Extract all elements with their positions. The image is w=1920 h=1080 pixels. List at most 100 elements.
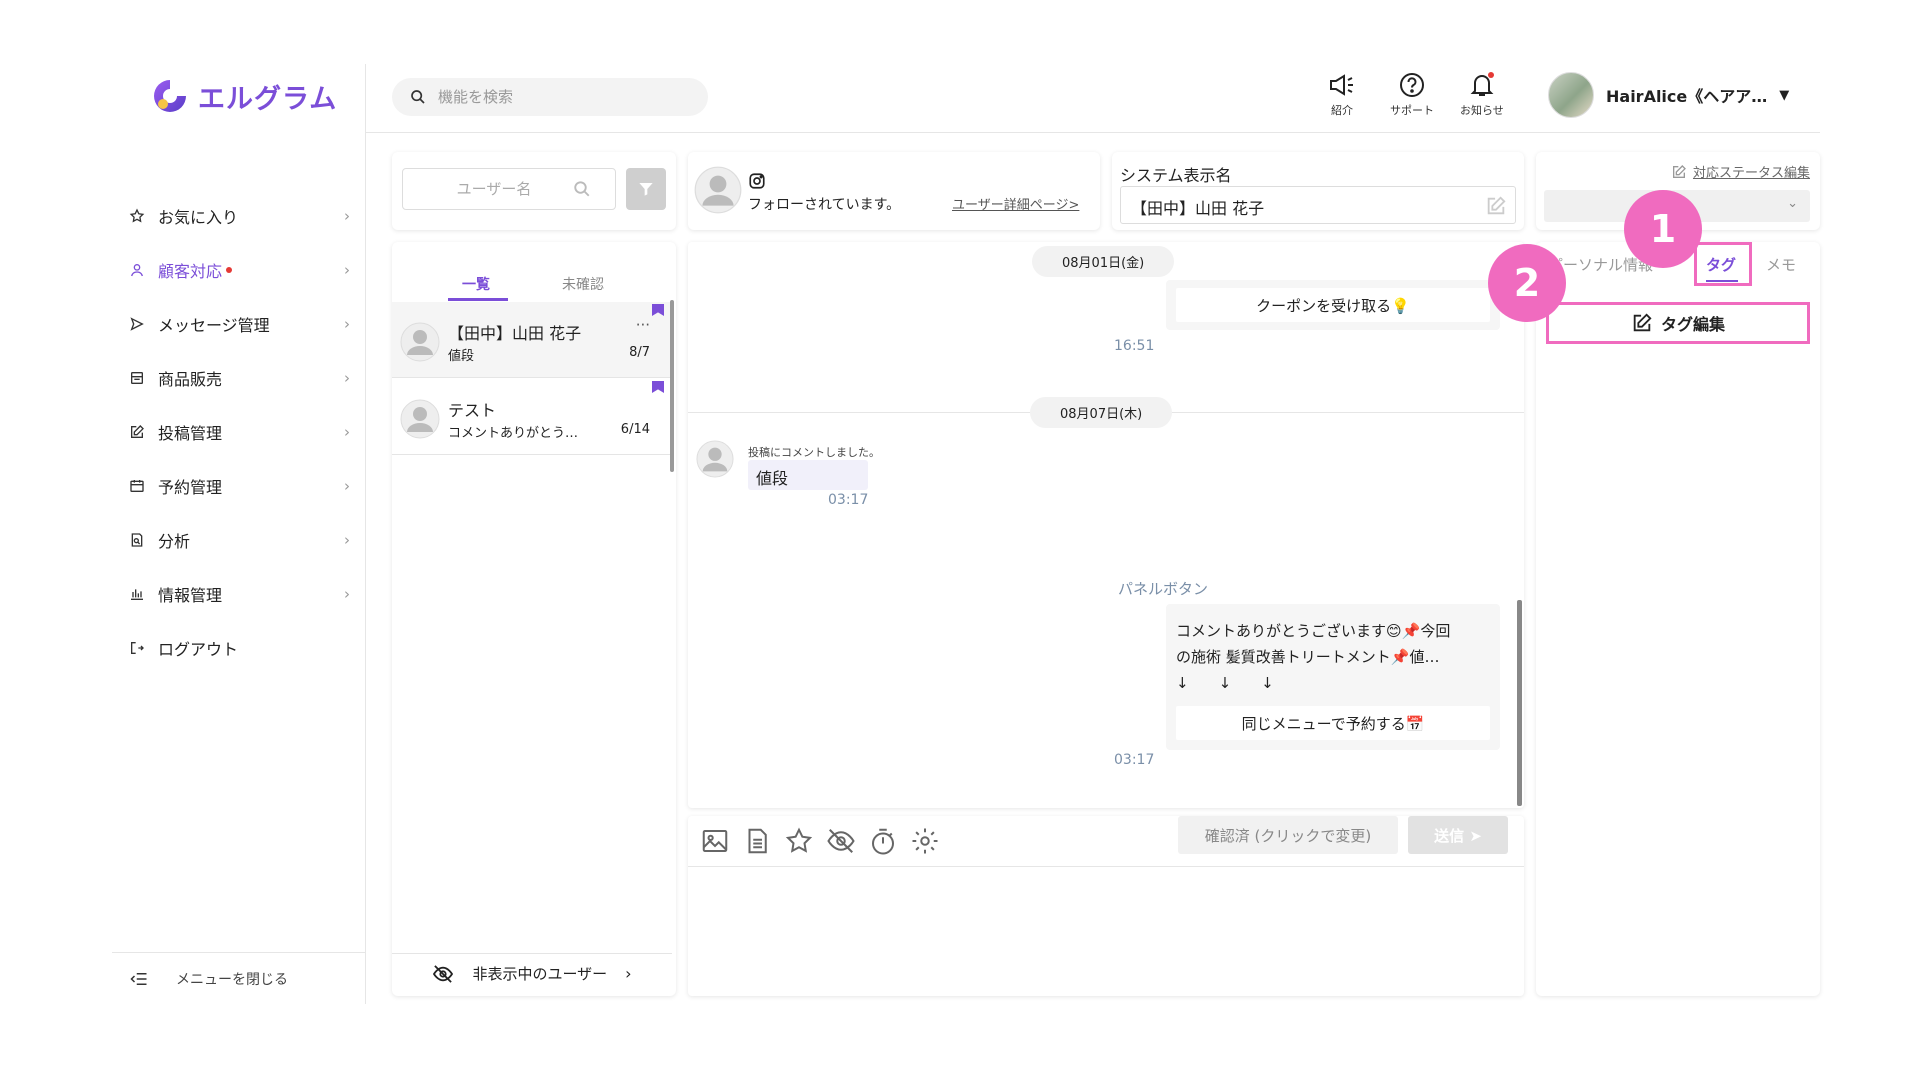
- logo-icon: [154, 80, 186, 112]
- avatar-icon: [696, 440, 734, 478]
- system-name-value: 【田中】山田 花子: [1131, 199, 1265, 218]
- conversation-name: 【田中】山田 花子: [448, 324, 582, 343]
- system-name-field[interactable]: 【田中】山田 花子: [1120, 186, 1516, 224]
- sidebar-item-reservations[interactable]: 予約管理 ›: [128, 470, 350, 502]
- sidebar-item-logout[interactable]: ログアウト: [128, 632, 350, 664]
- feature-search-input[interactable]: [438, 88, 678, 106]
- logo[interactable]: エルグラム: [150, 76, 337, 116]
- coupon-button[interactable]: クーポンを受け取る💡: [1176, 288, 1490, 322]
- chat-scrollbar[interactable]: [1517, 600, 1522, 806]
- instagram-icon: [749, 173, 765, 189]
- document-icon[interactable]: [742, 826, 772, 856]
- calendar-icon: [128, 477, 146, 495]
- system-name-label: システム表示名: [1120, 166, 1232, 185]
- conversation-preview: コメントありがとう…: [448, 426, 579, 441]
- chevron-right-icon: ›: [344, 531, 350, 549]
- avatar-icon: [400, 322, 440, 362]
- sidebar-item-label: 投稿管理: [158, 424, 223, 443]
- sidebar-item-posts[interactable]: 投稿管理 ›: [128, 416, 350, 448]
- referral-button[interactable]: 紹介: [1328, 72, 1356, 118]
- notifications-label: お知らせ: [1460, 104, 1504, 117]
- filter-icon: [639, 183, 653, 196]
- chevron-right-icon: ›: [344, 423, 350, 441]
- user-search-card: [392, 152, 676, 230]
- eye-off-icon: [433, 964, 454, 983]
- follow-status: フォローされています。: [748, 197, 901, 213]
- sidebar-item-info[interactable]: 情報管理 ›: [128, 578, 350, 610]
- tag-edit-button[interactable]: タグ編集: [1546, 302, 1810, 344]
- user-search-input[interactable]: [403, 180, 573, 198]
- star-icon: [128, 207, 146, 225]
- user-search-box[interactable]: [402, 168, 616, 210]
- notifications-button[interactable]: お知らせ: [1460, 72, 1504, 118]
- message-bubble: クーポンを受け取る💡: [1166, 280, 1500, 330]
- conversation-preview: 値段: [448, 349, 475, 364]
- chart-icon: [128, 585, 146, 603]
- image-icon[interactable]: [700, 826, 730, 856]
- edit-icon: [128, 423, 146, 441]
- reserve-same-menu-button[interactable]: 同じメニューで予約する📅: [1176, 706, 1490, 740]
- tab-memo[interactable]: メモ: [1766, 254, 1796, 275]
- sidebar-item-label: 商品販売: [158, 370, 223, 389]
- panel-text-line: の施術 髪質改善トリートメント📌値…: [1176, 648, 1440, 666]
- sidebar-item-customer[interactable]: 顧客対応 ›: [128, 254, 350, 286]
- chevron-right-icon: ›: [344, 207, 350, 225]
- avatar: [1548, 72, 1594, 118]
- logo-text: エルグラム: [198, 83, 338, 115]
- conversation-item[interactable]: テスト コメントありがとう… 6/14: [392, 379, 672, 455]
- notification-dot: [226, 267, 233, 273]
- avatar-icon: [694, 166, 742, 214]
- sidebar-item-label: 分析: [158, 532, 191, 551]
- referral-label: 紹介: [1331, 104, 1353, 117]
- tab-unconfirmed[interactable]: 未確認: [562, 274, 604, 294]
- user-list-card: 一覧 未確認 【田中】山田 花子 ··· 値段 8/7 テスト コメントありがと…: [392, 242, 676, 996]
- account-menu[interactable]: HairAlice《ヘアア… ▼: [1548, 72, 1789, 118]
- chevron-right-icon: ›: [344, 585, 350, 603]
- composer-divider: [688, 866, 1524, 867]
- eye-off-icon[interactable]: [826, 826, 856, 856]
- confirm-status-button[interactable]: 確認済 (クリックで変更): [1178, 816, 1398, 854]
- panel-text-line: コメントありがとうございます😊📌今回: [1176, 622, 1451, 640]
- sidebar-item-analysis[interactable]: 分析 ›: [128, 524, 350, 556]
- hidden-users-button[interactable]: 非表示中のユーザー ›: [392, 953, 672, 993]
- edit-icon[interactable]: [1485, 195, 1507, 217]
- panel-label: パネルボタン: [1118, 580, 1209, 598]
- filter-button[interactable]: [626, 168, 666, 210]
- help-icon: [1400, 73, 1424, 97]
- user-detail-link[interactable]: ユーザー詳細ページ>: [952, 194, 1079, 213]
- gear-icon[interactable]: [910, 826, 940, 856]
- system-name-card: システム表示名 【田中】山田 花子: [1112, 152, 1524, 230]
- right-panel-card: [1536, 242, 1820, 996]
- star-icon[interactable]: [784, 826, 814, 856]
- status-edit-link[interactable]: 対応ステータス編集: [1671, 162, 1810, 181]
- timer-icon[interactable]: [868, 826, 898, 856]
- panel-text: コメントありがとうございます😊📌今回 の施術 髪質改善トリートメント📌値… ↓ …: [1176, 618, 1450, 696]
- menu-collapse-icon: [130, 971, 148, 987]
- date-separator: 08月01日(金): [1032, 246, 1175, 277]
- profile-card: フォローされています。 ユーザー詳細ページ>: [688, 152, 1100, 230]
- feature-search[interactable]: [392, 78, 708, 116]
- step-badge-1: 1: [1624, 190, 1702, 268]
- bell-icon: [1470, 72, 1494, 96]
- sidebar-item-sales[interactable]: 商品販売 ›: [128, 362, 350, 394]
- support-button[interactable]: サポート: [1390, 72, 1434, 118]
- more-icon[interactable]: ···: [636, 316, 650, 334]
- megaphone-icon: [1330, 74, 1353, 96]
- chevron-right-icon: ›: [625, 964, 632, 983]
- message-input[interactable]: [688, 868, 1524, 994]
- send-icon: [128, 315, 146, 333]
- conversation-date: 6/14: [620, 422, 650, 437]
- account-name: HairAlice《ヘアア…: [1606, 87, 1768, 106]
- conversation-item[interactable]: 【田中】山田 花子 ··· 値段 8/7: [392, 302, 672, 378]
- tab-highlight: [1694, 242, 1752, 286]
- date-separator: 08月07日(木): [1030, 397, 1173, 428]
- send-button[interactable]: 送信 ➤: [1408, 816, 1508, 854]
- list-scrollbar[interactable]: [670, 300, 674, 472]
- sidebar-item-favorites[interactable]: お気に入り ›: [128, 200, 350, 232]
- sidebar-item-label: 予約管理: [158, 478, 223, 497]
- hidden-users-label: 非表示中のユーザー: [472, 965, 608, 983]
- sidebar-item-messages[interactable]: メッセージ管理 ›: [128, 308, 350, 340]
- close-menu-button[interactable]: メニューを閉じる: [112, 952, 366, 1004]
- edit-icon: [1633, 313, 1652, 332]
- tab-all[interactable]: 一覧: [462, 274, 490, 294]
